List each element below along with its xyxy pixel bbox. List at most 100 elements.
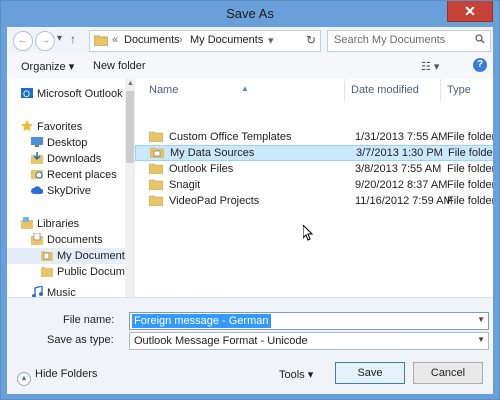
nav-item-label: Microsoft Outlook [37, 88, 123, 100]
nav-item-desktop[interactable]: Desktop [31, 135, 87, 151]
up-icon[interactable]: ↑ [70, 32, 76, 46]
hide-folders-button[interactable]: ▲ Hide Folders [17, 368, 97, 386]
nav-item-documents[interactable]: Documents [31, 232, 103, 248]
table-row[interactable]: Snagit 9/20/2012 8:37 AM File folder [135, 177, 493, 193]
file-type: File folder [448, 147, 493, 159]
close-button[interactable]: ✕ [447, 1, 493, 22]
table-row[interactable]: Outlook Files 3/8/2013 7:55 AM File fold… [135, 161, 493, 177]
folder-icon [94, 35, 108, 46]
nav-item-recent-places[interactable]: Recent places [31, 167, 117, 183]
breadcrumb-separator: › [179, 34, 183, 46]
file-type: File folder [447, 179, 493, 191]
file-date: 11/16/2012 7:59 AM [355, 195, 453, 207]
mouse-cursor-icon [303, 225, 313, 241]
table-row-selected[interactable]: My Data Sources 3/7/2013 1:30 PM File fo… [135, 145, 493, 161]
file-date: 3/8/2013 7:55 AM [355, 163, 442, 175]
save-as-dialog: Save As ✕ ← → ▾ ↑ « Documents › My Docum… [0, 0, 500, 400]
file-list: Name ▲ Date modified Type Custom Office … [135, 79, 493, 327]
chevron-down-icon[interactable]: ▼ [477, 315, 485, 324]
nav-item-label: Libraries [37, 218, 80, 230]
save-as-type-select[interactable]: Outlook Message Format - Unicode ▼ [129, 332, 489, 350]
nav-item-skydrive[interactable]: SkyDrive [31, 183, 91, 199]
new-folder-button[interactable]: New folder [93, 60, 146, 72]
nav-item-label: My Documents [57, 250, 125, 262]
column-header-type[interactable]: Type [441, 79, 493, 101]
chevron-down-icon[interactable]: ▼ [477, 335, 485, 344]
dialog-client: ← → ▾ ↑ « Documents › My Documents ▾ ↻ S… [7, 27, 493, 394]
file-name-value: Foreign message - German [132, 314, 271, 328]
column-header-name[interactable]: Name ▲ [135, 79, 345, 101]
address-overflow-icon[interactable]: « [112, 34, 118, 46]
address-bar[interactable]: « Documents › My Documents ▾ ↻ [89, 30, 321, 52]
folder-icon [149, 195, 163, 206]
file-name: Snagit [169, 179, 201, 191]
save-options-panel: File name: Foreign message - German ▼ Sa… [7, 297, 493, 394]
nav-item-label: Documents [47, 234, 103, 246]
breadcrumb-my-documents[interactable]: My Documents [190, 34, 263, 46]
file-name: Outlook Files [169, 163, 234, 175]
star-icon [21, 120, 33, 132]
sort-ascending-icon: ▲ [241, 84, 249, 93]
organize-button[interactable]: Organize ▾ [21, 60, 74, 73]
nav-item-label: Public Docume [57, 266, 125, 278]
tools-button[interactable]: Tools ▾ [279, 368, 313, 381]
nav-item-label: Downloads [47, 153, 102, 165]
help-icon[interactable]: ? [473, 58, 487, 72]
nav-item-my-documents[interactable]: My Documents [7, 248, 125, 264]
nav-item-downloads[interactable]: Downloads [31, 151, 101, 167]
cloud-icon [31, 186, 43, 194]
file-name-label: File name: [63, 314, 115, 326]
nav-item-favorites[interactable]: Favorites [21, 119, 82, 135]
documents-icon [31, 233, 43, 245]
forward-icon[interactable]: → [35, 31, 55, 51]
column-header-label: Type [447, 84, 471, 96]
file-type: File folder [447, 195, 493, 207]
file-date: 1/31/2013 7:55 AM [355, 131, 448, 143]
breadcrumb-documents[interactable]: Documents [124, 34, 180, 46]
downloads-icon [31, 152, 43, 164]
save-as-type-value: Outlook Message Format - Unicode [134, 335, 308, 347]
nav-item-label: Desktop [47, 137, 88, 149]
refresh-icon[interactable]: ↻ [306, 33, 316, 47]
nav-item-outlook[interactable]: O Microsoft Outlook [21, 86, 123, 102]
command-bar: Organize ▾ New folder ☷ ▾ ? [7, 53, 493, 80]
desktop-icon [31, 137, 43, 147]
folder-icon [149, 163, 163, 174]
dialog-title: Save As [226, 6, 274, 21]
folder-icon [41, 267, 53, 277]
file-name: VideoPad Projects [169, 195, 260, 207]
back-icon[interactable]: ← [13, 31, 33, 51]
nav-item-libraries[interactable]: Libraries [21, 216, 79, 232]
navigation-scrollbar[interactable]: ▲ ▼ [125, 79, 135, 327]
title-bar[interactable]: Save As ✕ [1, 1, 499, 27]
breadcrumb-separator[interactable]: ▾ [268, 34, 274, 47]
file-date: 9/20/2012 8:37 AM [355, 179, 448, 191]
outlook-icon: O [21, 88, 33, 99]
scroll-up-icon[interactable]: ▲ [127, 80, 134, 87]
column-header-date-modified[interactable]: Date modified [345, 79, 441, 101]
nav-item-public-documents[interactable]: Public Docume [41, 264, 125, 280]
save-button[interactable]: Save [335, 362, 405, 384]
nav-item-label: Recent places [47, 169, 117, 181]
file-type: File folder [447, 131, 493, 143]
nav-item-label: Favorites [37, 121, 83, 133]
collapse-up-icon: ▲ [17, 372, 31, 386]
file-name: Custom Office Templates [169, 131, 292, 143]
table-row[interactable]: Custom Office Templates 1/31/2013 7:55 A… [135, 129, 493, 145]
search-placeholder: Search My Documents [334, 34, 446, 46]
search-icon [475, 34, 485, 44]
search-input[interactable]: Search My Documents [327, 30, 491, 52]
scrollbar-thumb[interactable] [126, 91, 134, 163]
folder-icon [150, 147, 164, 158]
recent-locations-icon[interactable]: ▾ [57, 33, 62, 44]
file-name-input[interactable]: Foreign message - German ▼ [129, 312, 489, 330]
cancel-button[interactable]: Cancel [413, 362, 483, 384]
view-options-icon[interactable]: ☷ ▾ [421, 60, 439, 73]
table-row[interactable]: VideoPad Projects 11/16/2012 7:59 AM Fil… [135, 193, 493, 209]
folder-icon [41, 251, 53, 261]
address-row: ← → ▾ ↑ « Documents › My Documents ▾ ↻ S… [7, 27, 493, 53]
column-header-label: Name [149, 84, 179, 96]
libraries-icon [21, 217, 33, 229]
file-type: File folder [447, 163, 493, 175]
column-header-label: Date modified [351, 84, 419, 96]
